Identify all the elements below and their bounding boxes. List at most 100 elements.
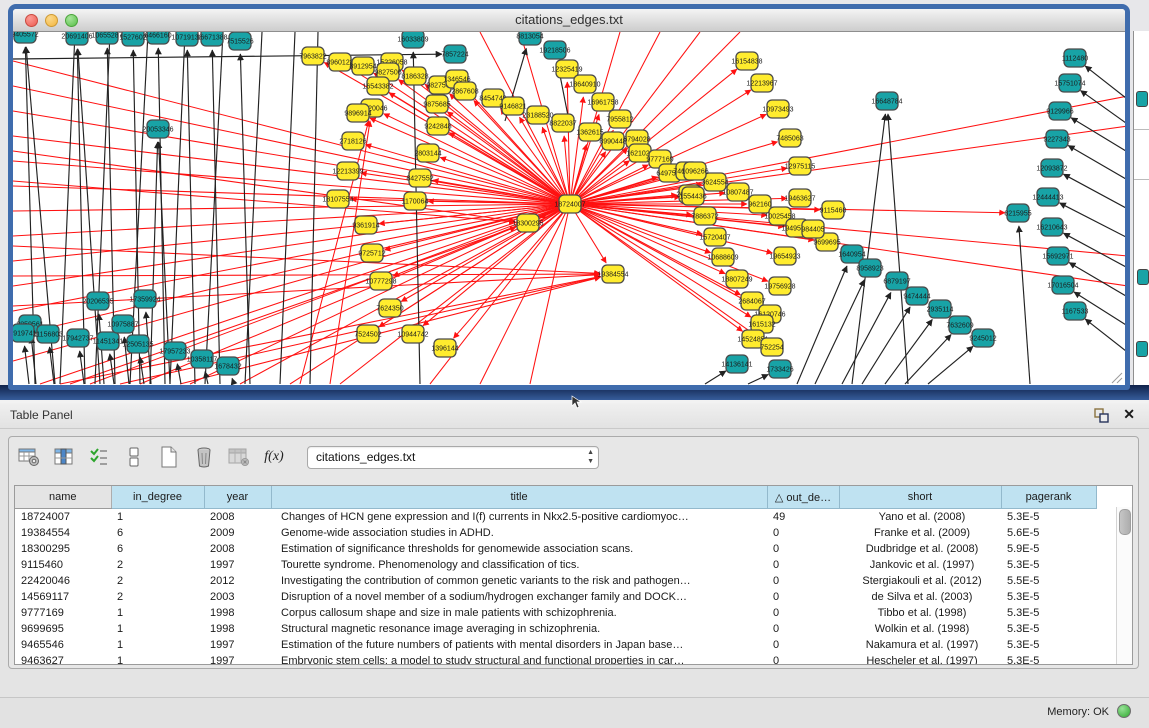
column-header-2[interactable]: year — [204, 486, 271, 509]
table-cell[interactable]: Yano et al. (2008) — [839, 509, 1001, 526]
column-header-1[interactable]: in_degree — [111, 486, 204, 509]
table-cell[interactable]: 0 — [767, 653, 839, 665]
table-row[interactable]: 911546021997Tourette syndrome. Phenomeno… — [15, 557, 1096, 573]
graph-edge[interactable] — [232, 378, 234, 384]
graph-edge[interactable] — [1085, 66, 1125, 98]
graph-edge[interactable] — [1081, 91, 1125, 123]
graph-edge[interactable] — [1069, 263, 1125, 296]
column-header-3[interactable]: title — [271, 486, 767, 509]
graph-edge[interactable] — [748, 375, 768, 384]
table-cell[interactable]: 2 — [111, 557, 204, 573]
table-row[interactable]: 946362711997Embryonic stem cells: a mode… — [15, 653, 1096, 665]
table-cell[interactable]: 5.9E-5 — [1001, 541, 1096, 557]
table-settings-button[interactable] — [17, 445, 41, 469]
graph-edge[interactable] — [13, 186, 570, 204]
table-cell[interactable]: 0 — [767, 525, 839, 541]
table-cell[interactable]: 18300295 — [15, 541, 111, 557]
table-cell[interactable]: 1 — [111, 605, 204, 621]
table-cell[interactable]: 2008 — [204, 509, 271, 526]
table-cell[interactable]: 5.3E-5 — [1001, 653, 1096, 665]
table-cell[interactable]: Genome-wide association studies in ADHD. — [271, 525, 767, 541]
graph-edge[interactable] — [13, 204, 570, 211]
table-cell[interactable]: 0 — [767, 541, 839, 557]
table-cell[interactable]: 19384554 — [15, 525, 111, 541]
table-cell[interactable]: Changes of HCN gene expression and I(f) … — [271, 509, 767, 526]
table-cell[interactable]: 1 — [111, 621, 204, 637]
select-columns-button[interactable] — [52, 445, 76, 469]
graph-edge[interactable] — [705, 371, 726, 384]
table-cell[interactable]: Dudbridge et al. (2008) — [839, 541, 1001, 557]
table-cell[interactable]: 0 — [767, 605, 839, 621]
graph-edge[interactable] — [1085, 319, 1125, 351]
table-cell[interactable]: 9463627 — [15, 653, 111, 665]
graph-edge[interactable] — [842, 292, 891, 384]
column-header-4[interactable]: △ out_de… — [767, 486, 839, 509]
table-cell[interactable]: Jankovic et al. (1997) — [839, 557, 1001, 573]
graph-edge[interactable] — [885, 319, 932, 384]
table-cell[interactable]: 5.5E-5 — [1001, 573, 1096, 589]
column-header-0[interactable]: name — [15, 486, 111, 509]
network-view-window[interactable]: citations_edges.txt 94055722069140610655… — [8, 4, 1130, 390]
graph-edge[interactable] — [80, 351, 84, 384]
table-scrollbar-thumb[interactable] — [1119, 509, 1131, 535]
table-cell[interactable]: 9777169 — [15, 605, 111, 621]
table-cell[interactable]: 5.3E-5 — [1001, 557, 1096, 573]
table-cell[interactable]: 5.3E-5 — [1001, 509, 1096, 526]
graph-edge[interactable] — [888, 114, 908, 384]
table-cell[interactable]: de Silva et al. (2003) — [839, 589, 1001, 605]
table-cell[interactable]: 2003 — [204, 589, 271, 605]
graph-edge[interactable] — [1063, 174, 1125, 208]
table-cell[interactable]: 1998 — [204, 621, 271, 637]
table-cell[interactable]: 1997 — [204, 637, 271, 653]
float-panel-icon[interactable] — [1094, 408, 1109, 423]
table-cell[interactable]: 14569117 — [15, 589, 111, 605]
select-rows-button[interactable] — [87, 445, 111, 469]
table-cell[interactable]: Investigating the contribution of common… — [271, 573, 767, 589]
graph-edge[interactable] — [95, 32, 110, 384]
graph-edge[interactable] — [1071, 118, 1125, 151]
table-cell[interactable]: 0 — [767, 557, 839, 573]
node-table-grid[interactable]: namein_degreeyeartitle△ out_de…shortpage… — [15, 486, 1097, 665]
function-builder-button[interactable]: f(x) — [262, 445, 286, 469]
graph-edge[interactable] — [1068, 146, 1125, 179]
table-scrollbar[interactable] — [1116, 507, 1132, 664]
graph-edge[interactable] — [862, 307, 910, 384]
table-cell[interactable]: 0 — [767, 573, 839, 589]
table-cell[interactable]: 1997 — [204, 557, 271, 573]
graph-edge[interactable] — [1060, 203, 1125, 237]
table-cell[interactable]: 1 — [111, 509, 204, 526]
table-cell[interactable]: 2 — [111, 573, 204, 589]
graph-edge[interactable] — [1019, 226, 1030, 384]
table-cell[interactable]: 6 — [111, 525, 204, 541]
column-header-5[interactable]: short — [839, 486, 1001, 509]
graph-edge[interactable] — [570, 204, 743, 331]
graph-edge[interactable] — [13, 136, 570, 204]
resize-grip-icon[interactable] — [1109, 370, 1123, 384]
table-cell[interactable]: 9465546 — [15, 637, 111, 653]
graph-edge[interactable] — [170, 32, 185, 384]
table-row[interactable]: 1456911722003Disruption of a novel membe… — [15, 589, 1096, 605]
table-cell[interactable]: 5.3E-5 — [1001, 605, 1096, 621]
table-cell[interactable]: 22420046 — [15, 573, 111, 589]
table-cell[interactable]: Corpus callosum shape and size in male p… — [271, 605, 767, 621]
delete-column-button[interactable] — [227, 445, 251, 469]
graph-edge[interactable] — [25, 346, 29, 384]
table-cell[interactable]: Structural magnetic resonance image aver… — [271, 621, 767, 637]
table-cell[interactable]: 6 — [111, 541, 204, 557]
table-cell[interactable]: 1 — [111, 637, 204, 653]
table-cell[interactable]: 5.3E-5 — [1001, 589, 1096, 605]
table-cell[interactable]: 9115460 — [15, 557, 111, 573]
network-graph[interactable]: 9405572206914061065528715276026466160107… — [13, 32, 1125, 386]
table-cell[interactable]: 1997 — [204, 653, 271, 665]
new-table-button[interactable] — [157, 445, 181, 469]
graph-edge[interactable] — [13, 274, 600, 276]
table-cell[interactable]: 9699695 — [15, 621, 111, 637]
table-cell[interactable]: 2009 — [204, 525, 271, 541]
table-cell[interactable]: 5.3E-5 — [1001, 637, 1096, 653]
table-cell[interactable]: 2008 — [204, 541, 271, 557]
table-cell[interactable]: Wolkin et al. (1998) — [839, 621, 1001, 637]
table-cell[interactable]: Embryonic stem cells: a model to study s… — [271, 653, 767, 665]
table-cell[interactable]: 49 — [767, 509, 839, 526]
network-canvas[interactable]: 9405572206914061065528715276026466160107… — [13, 32, 1125, 386]
table-cell[interactable]: 0 — [767, 589, 839, 605]
